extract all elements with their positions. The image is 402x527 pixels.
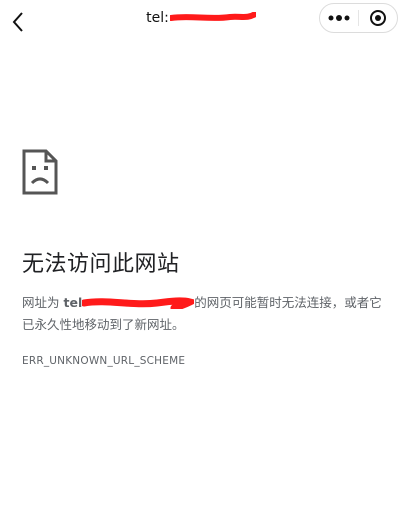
- page-title-prefix: tel:: [146, 10, 169, 26]
- sad-page-icon: [22, 149, 58, 195]
- error-url: tel: [63, 295, 83, 310]
- more-button[interactable]: [320, 4, 358, 32]
- error-description: 网址为 tel 的网页可能暂时无法连接，或者它已永久性地移动到了新网址。: [22, 292, 387, 336]
- more-dots-icon: [328, 15, 350, 21]
- close-button[interactable]: [359, 4, 397, 32]
- redaction-mark: [82, 296, 195, 309]
- redaction-mark: [169, 12, 256, 21]
- miniprogram-capsule: [319, 3, 398, 33]
- error-title: 无法访问此网站: [22, 252, 180, 277]
- error-code: ERR_UNKNOWN_URL_SCHEME: [22, 355, 186, 367]
- navigation-bar: tel:: [0, 0, 402, 44]
- target-circle-icon: [370, 10, 386, 26]
- error-desc-prefix: 网址为: [22, 295, 64, 310]
